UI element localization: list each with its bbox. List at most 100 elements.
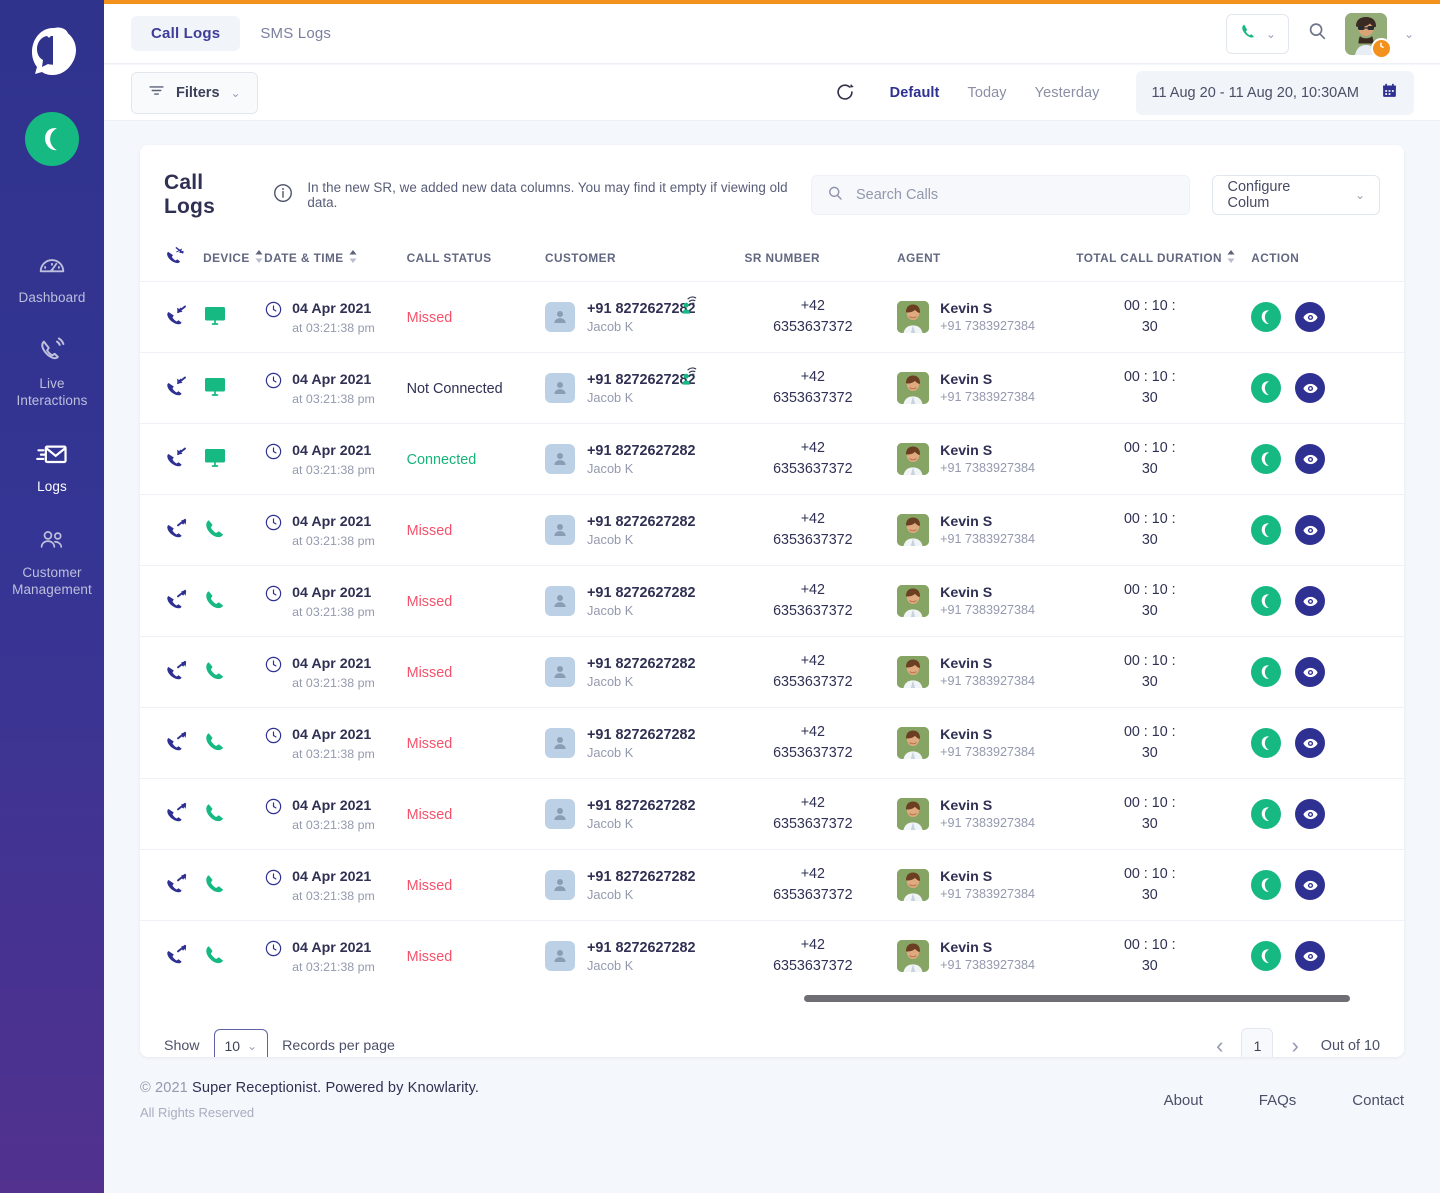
cell-customer: +91 8272627282 Jacob K	[545, 494, 745, 566]
sidebar-item-logs[interactable]: Logs	[0, 425, 104, 511]
table-row[interactable]: 04 Apr 2021 at 03:21:38 pm Missed +91 82…	[140, 778, 1404, 850]
search-icon[interactable]	[1306, 20, 1328, 47]
call-outgoing-icon	[164, 660, 188, 685]
sidebar-item-live-interactions[interactable]: Live Interactions	[0, 322, 104, 425]
customer-number: +91 8272627282	[587, 584, 696, 601]
cell-direction	[140, 778, 204, 850]
table-row[interactable]: 04 Apr 2021 at 03:21:38 pm Missed +91 82…	[140, 565, 1404, 637]
device-desktop-icon	[203, 306, 227, 329]
live-signal-icon	[678, 366, 699, 389]
sidebar-item-dashboard[interactable]: Dashboard	[0, 236, 104, 322]
cell-action	[1251, 636, 1404, 708]
customer-avatar	[545, 870, 576, 900]
filters-button[interactable]: Filters ⌄	[131, 71, 258, 114]
date-range-picker[interactable]: 11 Aug 20 - 11 Aug 20, 10:30AM	[1135, 70, 1414, 115]
call-back-button[interactable]	[1251, 657, 1282, 687]
view-details-button[interactable]	[1295, 373, 1326, 403]
agent-avatar	[897, 940, 930, 972]
agent-number: +91 7383927384	[940, 816, 1036, 830]
page-title: Call Logs	[164, 171, 215, 218]
call-date: 04 Apr 2021	[292, 797, 372, 814]
footer-link-contact[interactable]: Contact	[1352, 1092, 1404, 1109]
horizontal-scrollbar-thumb[interactable]	[804, 995, 1350, 1002]
sidebar-call-button[interactable]	[25, 112, 79, 166]
prev-page-button[interactable]: ‹	[1214, 1035, 1225, 1057]
call-back-button[interactable]	[1251, 799, 1282, 829]
col-datetime[interactable]: DATE & TIME	[264, 236, 407, 282]
clock-icon	[264, 655, 283, 677]
avatar[interactable]	[1344, 12, 1392, 59]
range-today[interactable]: Today	[953, 79, 1020, 107]
view-details-button[interactable]	[1295, 515, 1326, 545]
range-default[interactable]: Default	[876, 79, 954, 107]
sr-number-line1: +42	[800, 937, 825, 953]
table-row[interactable]: 04 Apr 2021 at 03:21:38 pm Missed +91 82…	[140, 494, 1404, 566]
table-row[interactable]: 04 Apr 2021 at 03:21:38 pm Missed +91 82…	[140, 849, 1404, 921]
agent-name: Kevin S	[940, 585, 993, 601]
headset-logo-icon[interactable]	[22, 22, 82, 82]
duration-line1: 00 : 10 :	[1123, 440, 1176, 456]
agent-name: Kevin S	[940, 301, 993, 317]
duration-line1: 00 : 10 :	[1123, 582, 1176, 598]
call-back-button[interactable]	[1251, 373, 1282, 403]
search-input[interactable]	[855, 187, 1176, 203]
view-details-button[interactable]	[1295, 870, 1326, 900]
chevron-down-icon: ⌄	[230, 85, 241, 100]
cell-agent: Kevin S +91 7383927384	[897, 565, 1077, 637]
call-incoming-icon	[164, 376, 188, 401]
refresh-icon[interactable]	[814, 82, 876, 104]
page-nav: ‹ 1 › Out of 10	[1214, 1028, 1380, 1057]
table-row[interactable]: 04 Apr 2021 at 03:21:38 pm Not Connected…	[140, 352, 1404, 424]
next-page-button[interactable]: ›	[1289, 1035, 1300, 1057]
view-details-button[interactable]	[1295, 657, 1326, 687]
footer-copyright: © 2021 Super Receptionist. Powered by Kn…	[140, 1080, 479, 1120]
call-logs-table: DEVICE DATE & TIME CALL STATUS CUSTOMER …	[140, 236, 1404, 991]
col-device[interactable]: DEVICE	[203, 236, 265, 282]
card-note: In the new SR, we added new data columns…	[307, 180, 788, 210]
dialer-button[interactable]: ⌄	[1225, 13, 1289, 54]
sr-number-line2: 6353637372	[773, 887, 853, 903]
col-duration[interactable]: TOTAL CALL DURATION	[1076, 236, 1252, 282]
cell-direction	[140, 921, 203, 992]
view-details-button[interactable]	[1295, 586, 1326, 616]
call-back-button[interactable]	[1251, 870, 1282, 900]
call-time: at 03:21:38 pm	[292, 391, 375, 406]
call-back-button[interactable]	[1251, 444, 1282, 474]
view-details-button[interactable]	[1295, 799, 1326, 829]
view-details-button[interactable]	[1295, 728, 1326, 758]
cell-status: Missed	[407, 921, 545, 992]
sidebar-item-customer-management[interactable]: Customer Management	[0, 511, 104, 614]
call-incoming-icon	[164, 305, 188, 330]
range-yesterday[interactable]: Yesterday	[1021, 79, 1114, 107]
call-back-button[interactable]	[1251, 302, 1282, 332]
current-page[interactable]: 1	[1241, 1028, 1274, 1057]
tab-call-logs[interactable]: Call Logs	[131, 16, 241, 51]
call-back-button[interactable]	[1251, 941, 1282, 971]
cell-direction	[140, 565, 204, 637]
call-back-button[interactable]	[1251, 728, 1282, 758]
profile-chevron-down-icon[interactable]: ⌄	[1404, 27, 1414, 41]
call-back-button[interactable]	[1251, 586, 1282, 616]
call-time: at 03:21:38 pm	[292, 533, 375, 548]
customer-avatar	[545, 515, 576, 545]
call-back-button[interactable]	[1251, 515, 1282, 545]
call-date: 04 Apr 2021	[292, 726, 372, 743]
page-size-select[interactable]: 10 ⌄	[213, 1029, 269, 1057]
table-row[interactable]: 04 Apr 2021 at 03:21:38 pm Missed +91 82…	[140, 281, 1404, 353]
table-row[interactable]: 04 Apr 2021 at 03:21:38 pm Missed +91 82…	[140, 636, 1404, 708]
clock-icon	[264, 797, 283, 819]
tab-sms-logs[interactable]: SMS Logs	[240, 16, 351, 51]
configure-columns-button[interactable]: Configure Colum ⌄	[1212, 175, 1380, 215]
table-row[interactable]: 04 Apr 2021 at 03:21:38 pm Missed +91 82…	[140, 707, 1404, 779]
info-icon[interactable]	[272, 182, 294, 209]
search-calls-box[interactable]	[810, 175, 1191, 215]
view-details-button[interactable]	[1295, 941, 1326, 971]
filter-icon	[148, 82, 165, 104]
view-details-button[interactable]	[1295, 444, 1326, 474]
table-row[interactable]: 04 Apr 2021 at 03:21:38 pm Connected +91…	[140, 423, 1404, 495]
view-details-button[interactable]	[1295, 302, 1326, 332]
footer-link-about[interactable]: About	[1164, 1092, 1203, 1109]
sidebar-item-label: Logs	[37, 479, 67, 494]
table-row[interactable]: 04 Apr 2021 at 03:21:38 pm Missed +91 82…	[140, 921, 1404, 992]
footer-link-faqs[interactable]: FAQs	[1259, 1092, 1297, 1109]
